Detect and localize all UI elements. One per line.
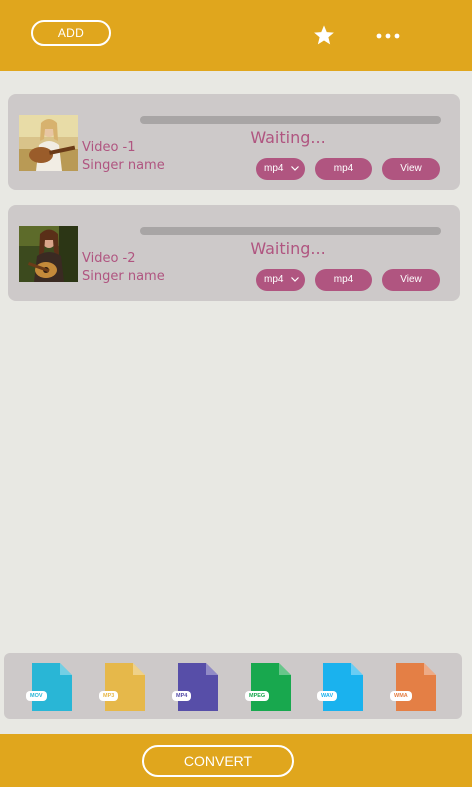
progress-bar: [140, 116, 441, 124]
add-button[interactable]: ADD: [31, 20, 111, 46]
file-type-label: MOV: [26, 691, 47, 701]
file-type-label: WAV: [317, 691, 338, 701]
mpeg-file-icon[interactable]: MPEG: [245, 663, 291, 711]
format-select[interactable]: mp4: [256, 158, 305, 180]
file-type-label: WMA: [390, 691, 412, 701]
more-icon[interactable]: [376, 31, 400, 41]
view-button[interactable]: View: [382, 269, 440, 291]
status-text: Waiting...: [250, 239, 326, 258]
view-button[interactable]: View: [382, 158, 440, 180]
video-title: Video -2: [82, 251, 136, 266]
status-text: Waiting...: [250, 128, 326, 147]
format-picker: MOV MP3 MP4 MPEG WAV WMA: [4, 653, 462, 719]
mp3-file-icon[interactable]: MP3: [99, 663, 145, 711]
convert-button[interactable]: CONVERT: [142, 745, 294, 777]
star-icon[interactable]: [313, 24, 335, 46]
video-item: Video -2 Singer name Waiting... mp4 mp4 …: [8, 205, 460, 301]
file-type-label: MP4: [172, 691, 192, 701]
file-type-label: MP3: [99, 691, 119, 701]
chevron-down-icon: [291, 166, 299, 171]
video-thumbnail: [19, 226, 78, 282]
wma-file-icon[interactable]: WMA: [390, 663, 436, 711]
format-select-value: mp4: [264, 163, 284, 174]
wav-file-icon[interactable]: WAV: [317, 663, 363, 711]
video-thumbnail: [19, 115, 78, 171]
app-header: ADD: [0, 0, 472, 71]
mov-file-icon[interactable]: MOV: [26, 663, 72, 711]
video-title: Video -1: [82, 140, 136, 155]
format-select-value: mp4: [264, 274, 284, 285]
app-footer: CONVERT: [0, 734, 472, 787]
chevron-down-icon: [291, 277, 299, 282]
format-button[interactable]: mp4: [315, 269, 372, 291]
format-select[interactable]: mp4: [256, 269, 305, 291]
video-item: Video -1 Singer name Waiting... mp4 mp4 …: [8, 94, 460, 190]
format-button[interactable]: mp4: [315, 158, 372, 180]
singer-name: Singer name: [82, 269, 165, 284]
progress-bar: [140, 227, 441, 235]
file-type-label: MPEG: [245, 691, 270, 701]
mp4-file-icon[interactable]: MP4: [172, 663, 218, 711]
singer-name: Singer name: [82, 158, 165, 173]
